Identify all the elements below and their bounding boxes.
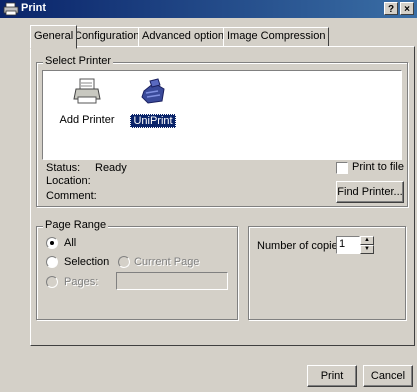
pages-label: Pages: bbox=[64, 276, 99, 288]
spin-down-icon[interactable]: ▼ bbox=[360, 245, 374, 254]
add-printer-icon bbox=[73, 78, 101, 104]
spin-up-icon[interactable]: ▲ bbox=[360, 236, 374, 245]
selection-radio[interactable] bbox=[46, 256, 58, 268]
printer-list[interactable]: Add Printer UniPrint bbox=[42, 70, 402, 160]
printer-item-label: UniPrint bbox=[130, 114, 176, 128]
copies-spinner[interactable]: ▲ ▼ bbox=[360, 236, 374, 254]
printer-item-add-printer[interactable]: Add Printer bbox=[57, 77, 117, 126]
copies-input[interactable]: 1 bbox=[336, 236, 360, 254]
selection-label[interactable]: Selection bbox=[64, 256, 109, 268]
cancel-button-label: Cancel bbox=[370, 370, 406, 382]
pages-radio bbox=[46, 276, 58, 288]
tab-configuration-label: Configuration bbox=[74, 30, 140, 42]
tab-advanced-options[interactable]: Advanced options bbox=[138, 27, 234, 47]
print-to-file-label[interactable]: Print to file bbox=[352, 161, 404, 173]
print-button[interactable]: Print bbox=[307, 365, 357, 387]
all-radio[interactable] bbox=[46, 237, 58, 249]
printer-item-uniprint[interactable]: UniPrint bbox=[123, 77, 183, 128]
print-to-file-checkbox[interactable] bbox=[336, 162, 348, 174]
tab-general-label: General bbox=[34, 30, 74, 42]
close-button[interactable]: × bbox=[400, 2, 414, 15]
print-dialog: Print ? × General Configuration Advanced… bbox=[0, 0, 417, 392]
radio-selected-dot bbox=[50, 241, 54, 245]
current-page-radio bbox=[118, 256, 130, 268]
tab-image-compression[interactable]: Image Compression bbox=[223, 27, 330, 47]
find-printer-label: Find Printer... bbox=[337, 186, 403, 198]
printer-icon bbox=[3, 2, 19, 16]
printer-item-label: Add Printer bbox=[59, 114, 115, 126]
all-label[interactable]: All bbox=[64, 237, 76, 249]
select-printer-group-label: Select Printer bbox=[43, 55, 114, 67]
tab-image-compression-label: Image Compression bbox=[227, 30, 326, 42]
uniprint-printer-icon bbox=[141, 78, 165, 104]
title-bar[interactable]: Print ? × bbox=[0, 0, 417, 18]
page-range-group-label: Page Range bbox=[43, 219, 109, 231]
cancel-button[interactable]: Cancel bbox=[363, 365, 413, 387]
help-button[interactable]: ? bbox=[384, 2, 398, 15]
current-page-label: Current Page bbox=[134, 256, 200, 268]
tab-advanced-options-label: Advanced options bbox=[142, 30, 230, 42]
print-button-label: Print bbox=[320, 370, 344, 382]
copies-label: Number of copies: bbox=[257, 240, 347, 252]
tab-general[interactable]: General bbox=[30, 25, 78, 49]
pages-input bbox=[116, 272, 228, 290]
tab-configuration[interactable]: Configuration bbox=[70, 27, 144, 47]
dialog-title: Print bbox=[21, 2, 47, 14]
comment-label: Comment: bbox=[46, 190, 97, 202]
status-value: Ready bbox=[95, 162, 127, 174]
status-label: Status: bbox=[46, 162, 81, 174]
find-printer-button[interactable]: Find Printer... bbox=[336, 181, 404, 203]
location-label: Location: bbox=[46, 175, 91, 187]
